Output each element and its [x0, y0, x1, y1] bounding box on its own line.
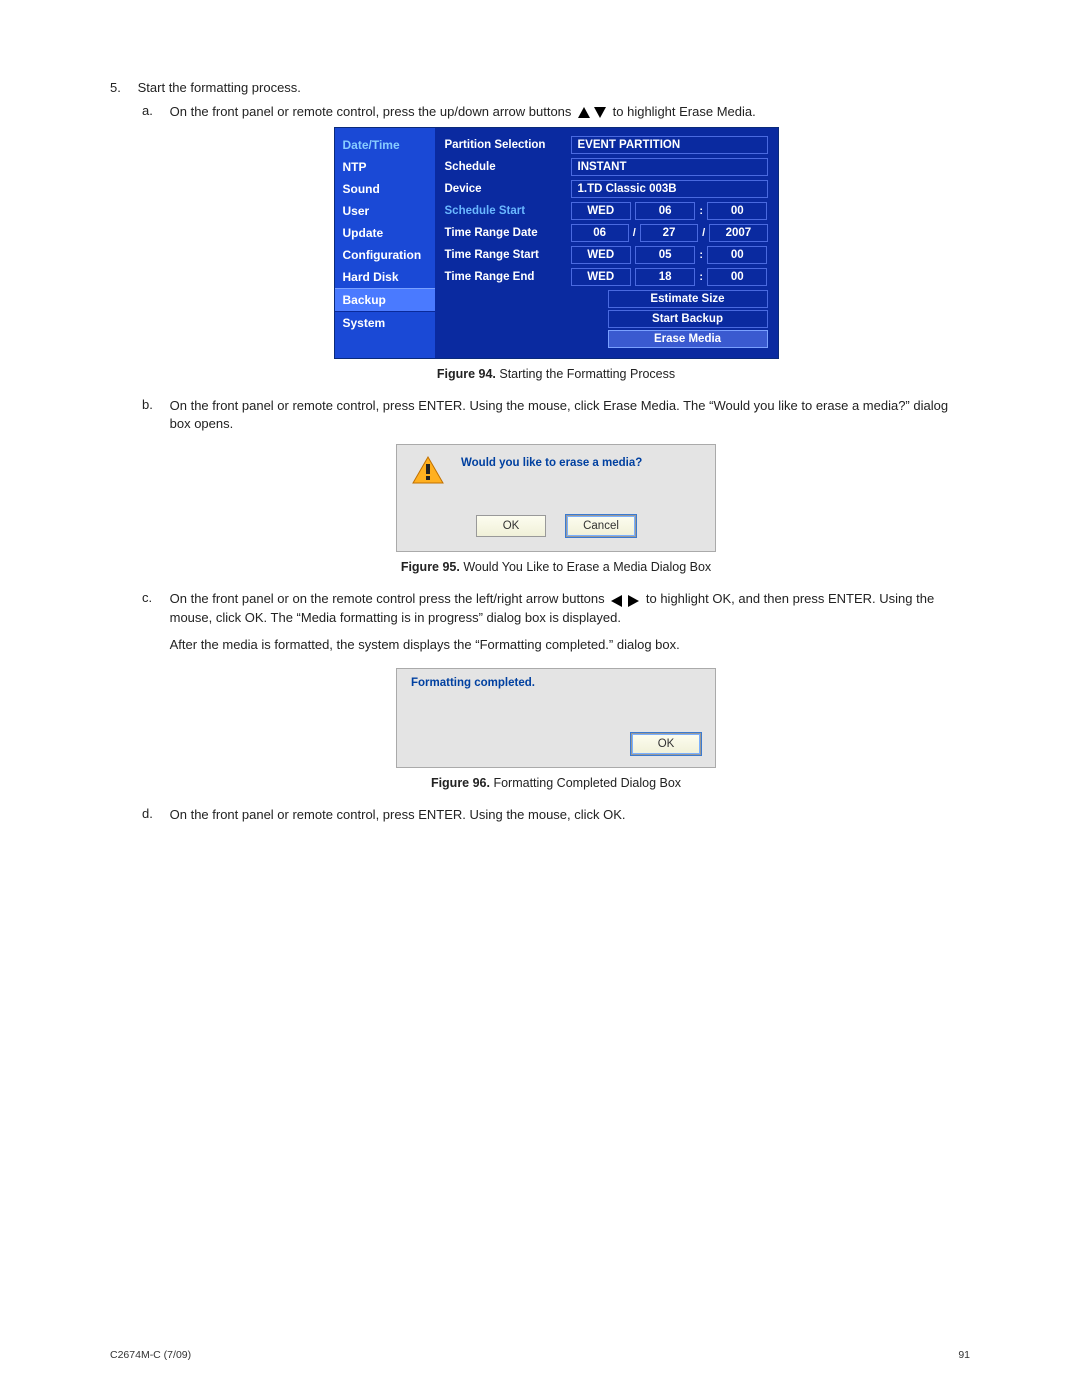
cancel-button[interactable]: Cancel — [566, 515, 636, 537]
figure-94-text: Starting the Formatting Process — [496, 367, 675, 381]
warning-icon — [411, 455, 445, 488]
substep-c-pre: On the front panel or on the remote cont… — [170, 591, 609, 606]
colon-sep: : — [699, 271, 703, 283]
figure-94-caption: Figure 94. Starting the Formatting Proce… — [142, 367, 970, 381]
tre-day[interactable]: WED — [571, 268, 631, 286]
trs-day[interactable]: WED — [571, 246, 631, 264]
sidebar-item-datetime[interactable]: Date/Time — [335, 134, 435, 156]
colon-sep: : — [699, 205, 703, 217]
sidebar-item-config[interactable]: Configuration — [335, 244, 435, 266]
substep-a-body: On the front panel or remote control, pr… — [170, 103, 968, 121]
trs-min[interactable]: 00 — [707, 246, 767, 264]
partition-label: Partition Selection — [445, 139, 565, 151]
step-title: Start the formatting process. — [138, 80, 301, 95]
up-down-arrow-icon — [575, 104, 609, 122]
substep-b-text: On the front panel or remote control, pr… — [170, 397, 968, 432]
ok-button[interactable]: OK — [631, 733, 701, 755]
substep-a-letter: a. — [142, 103, 166, 118]
ok-button[interactable]: OK — [476, 515, 546, 537]
figure-95-caption: Figure 95. Would You Like to Erase a Med… — [142, 560, 970, 574]
sidebar-item-system[interactable]: System — [335, 312, 435, 334]
figure-95-text: Would You Like to Erase a Media Dialog B… — [460, 560, 711, 574]
trd-year[interactable]: 2007 — [709, 224, 767, 242]
slash-sep: / — [633, 227, 636, 239]
schedule-start-label: Schedule Start — [445, 205, 565, 217]
figure-95-erase-dialog: Would you like to erase a media? OK Canc… — [396, 444, 716, 552]
sidebar-item-sound[interactable]: Sound — [335, 178, 435, 200]
erase-media-button[interactable]: Erase Media — [608, 330, 768, 348]
substep-d-text: On the front panel or remote control, pr… — [170, 806, 968, 824]
substep-c-body: On the front panel or on the remote cont… — [170, 590, 968, 653]
figure-96-caption: Figure 96. Formatting Completed Dialog B… — [142, 776, 970, 790]
substep-b-letter: b. — [142, 397, 166, 412]
dvr-main-panel: Partition Selection EVENT PARTITION Sche… — [435, 128, 778, 358]
sched-start-day[interactable]: WED — [571, 202, 631, 220]
figure-94-dvr-menu: Date/Time NTP Sound User Update Configur… — [334, 127, 779, 359]
sidebar-item-user[interactable]: User — [335, 200, 435, 222]
time-range-date-label: Time Range Date — [445, 227, 565, 239]
dvr-sidebar: Date/Time NTP Sound User Update Configur… — [335, 128, 435, 358]
sched-start-hour[interactable]: 06 — [635, 202, 695, 220]
tre-min[interactable]: 00 — [707, 268, 767, 286]
trd-month[interactable]: 06 — [571, 224, 629, 242]
substep-d-letter: d. — [142, 806, 166, 821]
trd-day[interactable]: 27 — [640, 224, 698, 242]
start-backup-button[interactable]: Start Backup — [608, 310, 768, 328]
slash-sep: / — [702, 227, 705, 239]
substep-c-after: After the media is formatted, the system… — [170, 636, 968, 654]
figure-96-completed-dialog: Formatting completed. OK — [396, 668, 716, 768]
sidebar-item-harddisk[interactable]: Hard Disk — [335, 266, 435, 288]
substep-a-pre: On the front panel or remote control, pr… — [170, 104, 575, 119]
completed-dialog-message: Formatting completed. — [411, 677, 701, 689]
figure-96-text: Formatting Completed Dialog Box — [490, 776, 681, 790]
sidebar-item-backup[interactable]: Backup — [335, 288, 435, 312]
footer-docid: C2674M-C (7/09) — [110, 1349, 191, 1361]
substep-c-letter: c. — [142, 590, 166, 605]
sched-start-min[interactable]: 00 — [707, 202, 767, 220]
substep-a-post: to highlight Erase Media. — [613, 104, 756, 119]
colon-sep: : — [699, 249, 703, 261]
sidebar-item-ntp[interactable]: NTP — [335, 156, 435, 178]
schedule-label: Schedule — [445, 161, 565, 173]
step-number: 5. — [110, 80, 134, 95]
left-right-arrow-icon — [608, 591, 642, 609]
tre-hour[interactable]: 18 — [635, 268, 695, 286]
schedule-value[interactable]: INSTANT — [571, 158, 768, 176]
estimate-size-button[interactable]: Estimate Size — [608, 290, 768, 308]
figure-96-label: Figure 96. — [431, 776, 490, 790]
time-range-end-label: Time Range End — [445, 271, 565, 283]
erase-dialog-message: Would you like to erase a media? — [461, 457, 642, 469]
time-range-start-label: Time Range Start — [445, 249, 565, 261]
trs-hour[interactable]: 05 — [635, 246, 695, 264]
figure-95-label: Figure 95. — [401, 560, 460, 574]
sidebar-item-update[interactable]: Update — [335, 222, 435, 244]
partition-value[interactable]: EVENT PARTITION — [571, 136, 768, 154]
page-footer: C2674M-C (7/09) 91 — [110, 1349, 970, 1361]
device-label: Device — [445, 183, 565, 195]
device-value[interactable]: 1.TD Classic 003B — [571, 180, 768, 198]
figure-94-label: Figure 94. — [437, 367, 496, 381]
footer-pagenum: 91 — [958, 1349, 970, 1361]
